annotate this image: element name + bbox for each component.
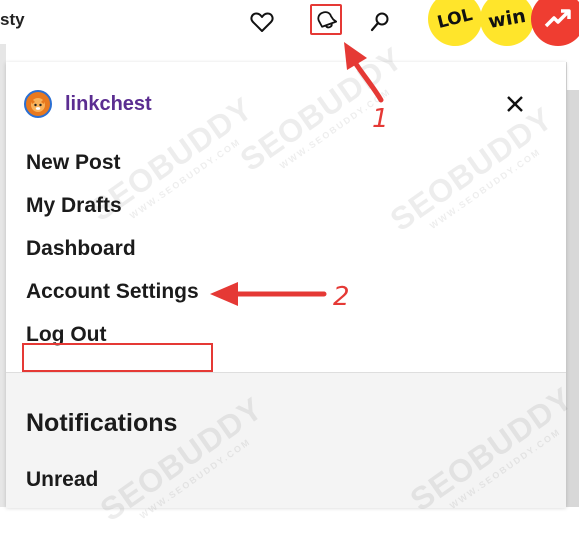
- menu-item-account-settings[interactable]: Account Settings: [26, 280, 199, 304]
- scrollbar-track[interactable]: [566, 62, 579, 507]
- highlight-box-account-settings: [22, 343, 213, 372]
- user-profile-row[interactable]: linkchest: [24, 90, 152, 118]
- menu-item-new-post[interactable]: New Post: [26, 151, 121, 175]
- account-dropdown-panel: linkchest New Post My Drafts Dashboard A…: [6, 62, 566, 508]
- search-icon[interactable]: [366, 8, 394, 36]
- username-link[interactable]: linkchest: [65, 93, 152, 116]
- avatar: [24, 90, 52, 118]
- scrollbar-thumb[interactable]: [566, 62, 579, 90]
- top-bar: sty LOL win: [0, 0, 579, 52]
- heart-icon[interactable]: [248, 8, 276, 36]
- annotation-step-1: 1: [372, 104, 389, 134]
- trending-icon[interactable]: [531, 0, 579, 46]
- lol-badge[interactable]: LOL: [422, 0, 488, 52]
- annotation-step-2: 2: [333, 282, 350, 312]
- win-badge[interactable]: win: [475, 0, 539, 51]
- close-icon[interactable]: [503, 92, 527, 116]
- menu-item-dashboard[interactable]: Dashboard: [26, 237, 136, 261]
- notifications-item-unread[interactable]: Unread: [26, 468, 98, 492]
- site-brand-text[interactable]: sty: [0, 10, 25, 30]
- notifications-heading: Notifications: [26, 409, 178, 437]
- bell-icon[interactable]: [310, 4, 342, 35]
- menu-item-my-drafts[interactable]: My Drafts: [26, 194, 122, 218]
- notifications-section: Notifications Unread: [6, 372, 566, 508]
